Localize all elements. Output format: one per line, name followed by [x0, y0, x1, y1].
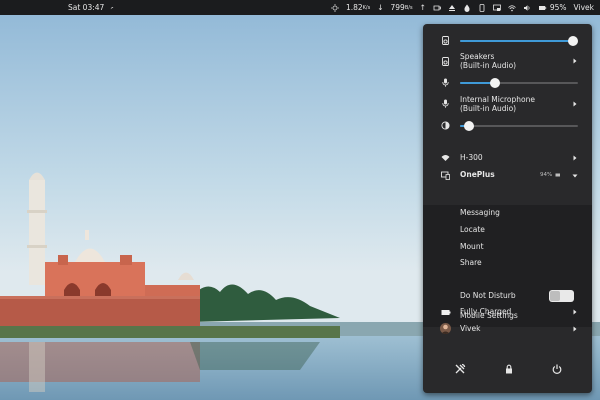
- speaker-volume-row: [423, 34, 592, 46]
- mic-volume-row: [423, 77, 592, 89]
- speakers-title: Speakers: [460, 52, 495, 61]
- submenu-item-share[interactable]: Share: [460, 258, 482, 267]
- wifi-network-name: H-300: [460, 153, 483, 162]
- user-name[interactable]: Vivek: [574, 3, 594, 12]
- battery-icon: [538, 5, 547, 10]
- drop-icon[interactable]: [463, 4, 471, 12]
- microphone-icon: [442, 78, 449, 87]
- speakers-output-item[interactable]: Speakers (Built-in Audio): [423, 52, 592, 72]
- arrow-down-icon: ↓: [377, 3, 384, 12]
- chevron-right-icon: [573, 309, 577, 315]
- brightness-row: [423, 120, 592, 132]
- device-item-oneplus[interactable]: OnePlus 94%: [423, 169, 592, 182]
- wifi-icon: [441, 155, 450, 161]
- device-battery-icon: [555, 173, 560, 177]
- chevron-right-icon: [573, 58, 577, 64]
- chevron-down-icon: [572, 174, 578, 178]
- user-label: Vivek: [460, 324, 481, 333]
- alarm-icon: [110, 4, 114, 10]
- brightness-knob[interactable]: [464, 121, 475, 131]
- net-up-unit: K/s: [362, 4, 371, 11]
- submenu-item-messaging[interactable]: Messaging: [460, 208, 500, 217]
- do-not-disturb-toggle[interactable]: [549, 290, 574, 302]
- lock-icon[interactable]: [503, 363, 515, 375]
- speaker-volume-fill: [460, 40, 574, 42]
- mic-volume-slider[interactable]: [460, 78, 578, 88]
- cup-icon[interactable]: [433, 4, 441, 12]
- brightness-icon: [441, 121, 450, 130]
- arrow-up-icon: ↑: [419, 3, 426, 12]
- mic-volume-knob[interactable]: [490, 78, 501, 88]
- speaker-icon: [442, 36, 449, 45]
- speaker-volume-slider[interactable]: [460, 36, 579, 46]
- speaker-icon: [442, 57, 449, 66]
- net-down-unit: B/s: [404, 4, 413, 11]
- speakers-subtitle: (Built-in Audio): [460, 61, 517, 70]
- display-icon[interactable]: [492, 4, 501, 12]
- top-bar: Sat 03:47 1.82 K/s ↓ 799 B/s ↑ 95% Vivek: [0, 0, 600, 15]
- eject-icon[interactable]: [448, 4, 456, 12]
- battery-status-label: Fully Charged: [460, 307, 512, 316]
- battery-indicator[interactable]: 95%: [538, 3, 567, 12]
- microphone-title: Internal Microphone: [460, 95, 535, 104]
- battery-status-item[interactable]: Fully Charged: [423, 306, 592, 318]
- clock-label: Sat 03:47: [68, 3, 105, 12]
- bottom-actions: [423, 362, 592, 376]
- app-indicator[interactable]: [330, 3, 339, 12]
- phone-indicator-icon[interactable]: [478, 3, 486, 12]
- wifi-indicator-icon[interactable]: [508, 4, 516, 12]
- net-upload[interactable]: 1.82 K/s: [346, 3, 370, 12]
- toggle-knob: [550, 291, 560, 301]
- sun-icon: [330, 3, 339, 12]
- microphone-icon: [442, 99, 449, 108]
- net-up-value: 1.82: [345, 3, 363, 12]
- net-download[interactable]: 799 B/s: [391, 3, 413, 12]
- volume-indicator-icon[interactable]: [523, 4, 531, 12]
- chevron-right-icon: [573, 326, 577, 332]
- device-battery: 94%: [540, 172, 553, 178]
- microphone-input-item[interactable]: Internal Microphone (Built-in Audio): [423, 95, 592, 115]
- device-name: OnePlus: [460, 170, 495, 179]
- system-menu: Speakers (Built-in Audio) Internal Micro…: [423, 24, 592, 393]
- clock[interactable]: Sat 03:47: [68, 3, 115, 12]
- do-not-disturb-label: Do Not Disturb: [460, 291, 516, 300]
- avatar: [440, 323, 451, 334]
- chevron-right-icon: [573, 155, 577, 161]
- submenu-item-locate[interactable]: Locate: [460, 225, 485, 234]
- wifi-item[interactable]: H-300: [423, 152, 592, 164]
- phone-icon: [441, 171, 450, 180]
- microphone-subtitle: (Built-in Audio): [460, 104, 517, 113]
- system-tray: 1.82 K/s ↓ 799 B/s ↑ 95% Vivek: [330, 0, 594, 15]
- battery-icon: [441, 310, 451, 315]
- settings-icon[interactable]: [454, 363, 466, 375]
- submenu-item-mount[interactable]: Mount: [460, 242, 484, 251]
- user-item[interactable]: Vivek: [423, 322, 592, 335]
- battery-percent: 95%: [549, 3, 567, 12]
- power-icon[interactable]: [551, 363, 563, 375]
- brightness-slider[interactable]: [460, 121, 578, 131]
- net-down-value: 799: [390, 3, 405, 12]
- speaker-volume-knob[interactable]: [568, 36, 579, 46]
- chevron-right-icon: [573, 101, 577, 107]
